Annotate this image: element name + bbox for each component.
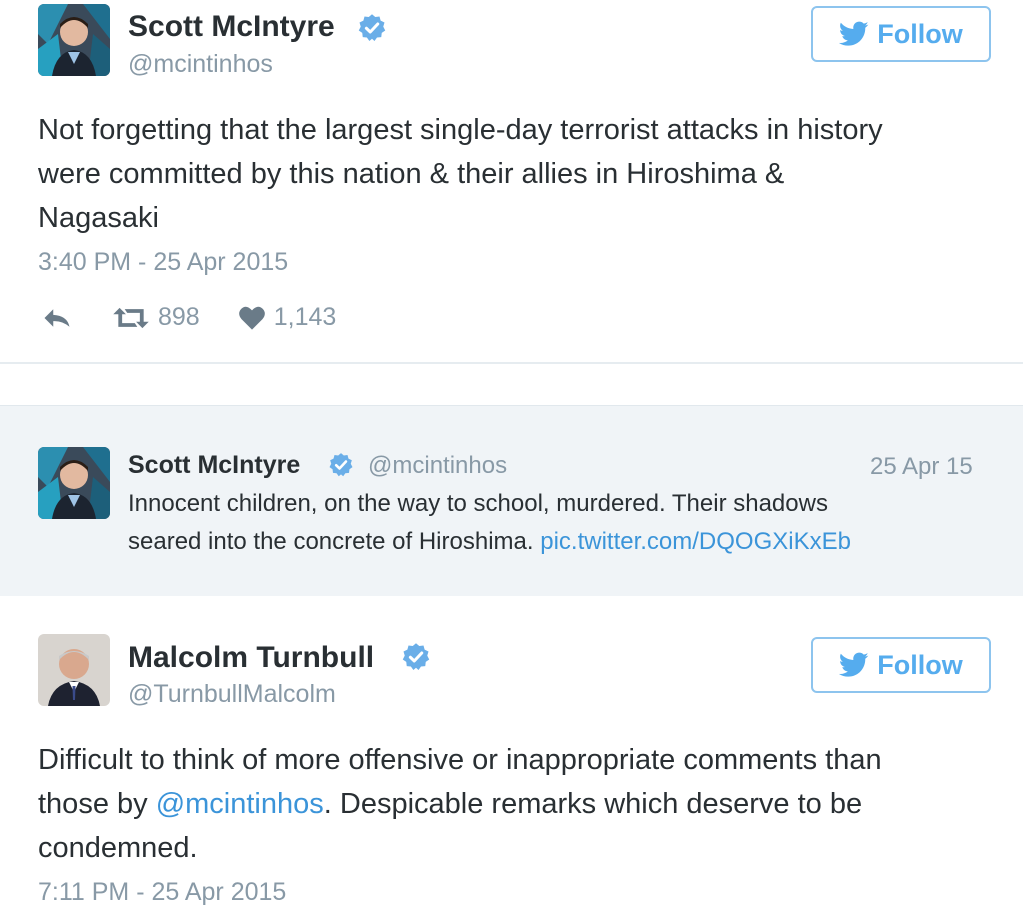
avatar-malcolm-turnbull[interactable] [38, 634, 110, 706]
tweet-text-line: were committed by this nation & their al… [38, 158, 785, 190]
verified-badge-icon [402, 643, 430, 670]
tweet-text-line: Difficult to think of more offensive or … [38, 744, 882, 776]
tweet-text-line: Nagasaki [38, 202, 159, 234]
author-name[interactable]: Malcolm Turnbull [128, 641, 374, 675]
twitter-bird-icon [839, 21, 869, 46]
tweet-text-fragment: those by [38, 788, 148, 820]
quoted-text: Innocent children, on the way to school,… [128, 485, 1008, 561]
pic-link[interactable]: pic.twitter.com/DQOGXiKxEb [540, 528, 851, 555]
twitter-bird-icon [839, 652, 869, 677]
author-handle[interactable]: @mcintinhos [128, 50, 273, 79]
avatar-scott-mcintyre[interactable] [38, 4, 110, 76]
avatar-image [38, 447, 110, 519]
tweet-text-line: those by @mcintinhos. Despicable remarks… [38, 782, 998, 826]
like-count: 1,143 [273, 303, 337, 331]
heart-icon[interactable] [238, 305, 266, 331]
tweet-timestamp[interactable]: 7:11 PM - 25 Apr 2015 [38, 878, 286, 907]
mention-link[interactable]: @mcintinhos [156, 788, 324, 820]
tweet-timestamp[interactable]: 3:40 PM - 25 Apr 2015 [38, 248, 288, 277]
author-handle[interactable]: @TurnbullMalcolm [128, 680, 336, 709]
follow-button[interactable]: Follow [811, 6, 991, 62]
verified-badge-icon [358, 14, 386, 41]
follow-button[interactable]: Follow [811, 637, 991, 693]
avatar-scott-mcintyre-small[interactable] [38, 447, 110, 519]
quoted-date[interactable]: 25 Apr 15 [870, 453, 973, 481]
retweet-count: 898 [158, 303, 200, 331]
tweet-text: Difficult to think of more offensive or … [38, 738, 998, 870]
quoted-text-line2: seared into the concrete of Hiroshima. [128, 528, 534, 555]
tweet-text-fragment: . Despicable remarks which deserve to be [323, 788, 863, 820]
tweet-text: Not forgetting that the largest single-d… [38, 108, 998, 240]
tweet-text-line: Not forgetting that the largest single-d… [38, 114, 883, 146]
avatar-image [38, 4, 110, 76]
tweet-text-line: condemned. [38, 832, 198, 864]
avatar-image [38, 634, 110, 706]
author-name[interactable]: Scott McIntyre [128, 10, 335, 44]
follow-label: Follow [877, 18, 963, 49]
tweet-actions: 898 1,143 [42, 303, 336, 332]
quoted-text-line: seared into the concrete of Hiroshima. p… [128, 523, 1008, 561]
follow-label: Follow [877, 649, 963, 680]
reply-icon[interactable] [42, 305, 72, 331]
quoted-author-name[interactable]: Scott McIntyre [128, 451, 300, 480]
verified-badge-icon [329, 453, 353, 477]
retweet-icon[interactable] [112, 305, 150, 331]
quoted-author-handle[interactable]: @mcintinhos [368, 452, 507, 480]
quoted-text-line: Innocent children, on the way to school,… [128, 490, 828, 517]
section-divider [0, 362, 1023, 364]
